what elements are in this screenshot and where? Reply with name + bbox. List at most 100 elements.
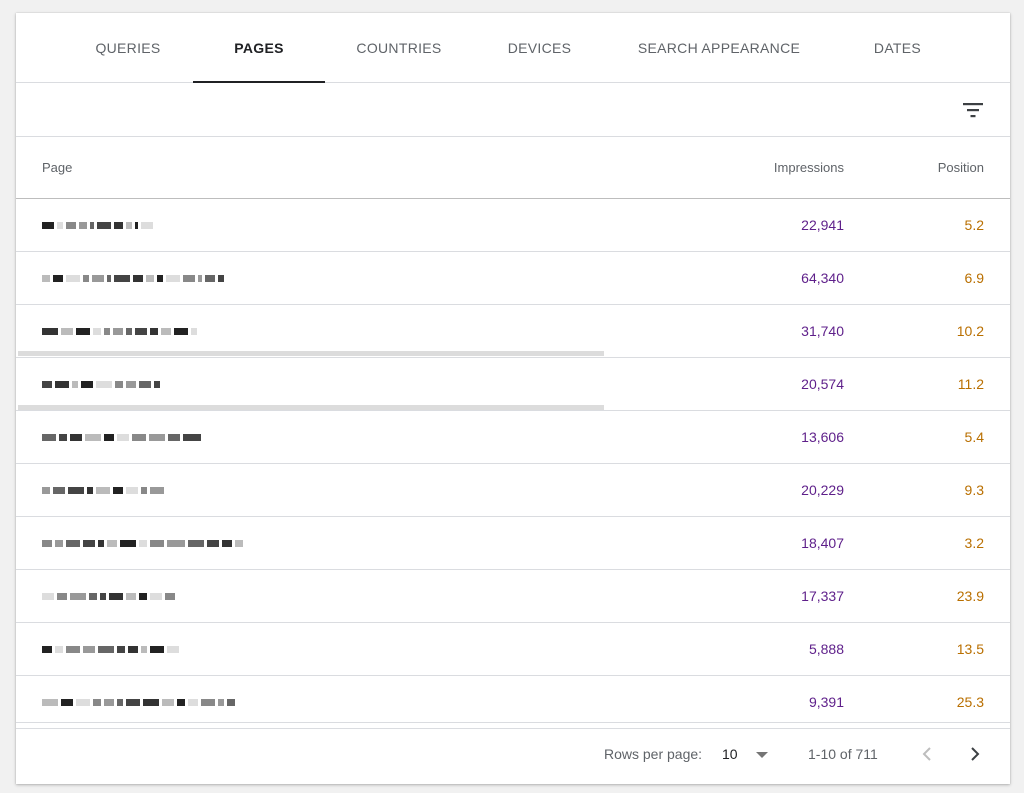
redaction-block: [141, 486, 147, 494]
tab-devices[interactable]: DEVICES: [486, 13, 593, 82]
redaction-block: [117, 698, 123, 706]
redaction-block: [150, 327, 158, 335]
redaction-block: [135, 327, 147, 335]
tab-pages[interactable]: PAGES: [193, 13, 325, 83]
redaction-block: [139, 380, 151, 388]
redaction-block: [198, 274, 202, 282]
page-url-cell[interactable]: [42, 517, 602, 569]
redaction-block: [42, 327, 58, 335]
redaction-block: [188, 539, 204, 547]
redaction-block: [70, 592, 86, 600]
redacted-url: [42, 486, 167, 494]
redaction-block: [42, 433, 56, 441]
redaction-block: [201, 698, 215, 706]
redaction-block: [126, 486, 138, 494]
rows-per-page-label: Rows per page:: [604, 746, 703, 762]
position-cell: 5.4: [964, 429, 984, 445]
redaction-block: [150, 486, 164, 494]
page-url-cell[interactable]: [42, 623, 602, 675]
impressions-cell: 18,407: [801, 535, 844, 551]
chevron-right-icon[interactable]: [962, 741, 988, 767]
redaction-block: [177, 698, 185, 706]
redaction-block: [146, 274, 154, 282]
position-cell: 10.2: [956, 323, 984, 339]
redaction-block: [72, 380, 78, 388]
redacted-url: [42, 433, 204, 441]
pagination-bar: Rows per page: 10 1-10 of 711: [16, 722, 1010, 784]
table-row[interactable]: 20,574 11.2: [16, 358, 1010, 411]
impressions-cell: 5,888: [808, 641, 844, 657]
table-row[interactable]: 13,606 5.4: [16, 411, 1010, 464]
page-url-cell[interactable]: [42, 305, 602, 357]
redacted-url: [42, 327, 200, 335]
table-row[interactable]: 17,337 23.9: [16, 570, 1010, 623]
table-header: Page Impressions Position: [16, 137, 1010, 199]
page-range-text: 1-10 of 711: [808, 746, 878, 762]
redaction-block: [227, 698, 235, 706]
page-url-cell[interactable]: [42, 358, 602, 410]
redaction-block: [66, 274, 80, 282]
table-row[interactable]: 64,340 6.9: [16, 252, 1010, 305]
redaction-block: [93, 327, 101, 335]
redaction-block: [114, 274, 130, 282]
redaction-block: [113, 486, 123, 494]
redaction-block: [174, 327, 188, 335]
redaction-block: [126, 221, 132, 229]
table-row[interactable]: 20,229 9.3: [16, 464, 1010, 517]
redaction-block: [126, 698, 140, 706]
tab-search-appearance[interactable]: SEARCH APPEARANCE: [624, 13, 814, 82]
dropdown-caret-icon[interactable]: [756, 752, 768, 758]
row-divider-highlight: [18, 405, 604, 410]
redaction-block: [150, 592, 162, 600]
page-url-cell[interactable]: [42, 411, 602, 463]
column-header-impressions[interactable]: Impressions: [774, 137, 844, 198]
filter-list-icon[interactable]: [960, 98, 986, 122]
redaction-block: [42, 539, 52, 547]
page-url-cell[interactable]: [42, 570, 602, 622]
tab-countries[interactable]: COUNTRIES: [338, 13, 460, 82]
redaction-block: [104, 698, 114, 706]
redaction-block: [115, 380, 123, 388]
redaction-block: [141, 645, 147, 653]
rows-per-page-select[interactable]: 10: [722, 723, 738, 784]
redaction-block: [66, 539, 80, 547]
redaction-block: [53, 274, 63, 282]
redacted-url: [42, 645, 182, 653]
table-row[interactable]: 18,407 3.2: [16, 517, 1010, 570]
column-header-position[interactable]: Position: [938, 137, 984, 198]
table-toolbar: [16, 83, 1010, 137]
table-body: 22,941 5.2 64,340 6.9 31,740 10.2 20,574 11.2 13…: [16, 199, 1010, 729]
redaction-block: [104, 327, 110, 335]
page-url-cell[interactable]: [42, 199, 602, 251]
position-cell: 25.3: [956, 694, 984, 710]
table-row[interactable]: 22,941 5.2: [16, 199, 1010, 252]
redaction-block: [166, 274, 180, 282]
redaction-block: [133, 274, 143, 282]
redaction-block: [154, 380, 160, 388]
redaction-block: [42, 486, 50, 494]
impressions-cell: 17,337: [801, 588, 844, 604]
page-url-cell[interactable]: [42, 676, 602, 728]
redaction-block: [55, 539, 63, 547]
column-header-page[interactable]: Page: [42, 137, 72, 198]
redaction-block: [68, 486, 84, 494]
tab-dates[interactable]: DATES: [854, 13, 941, 82]
redaction-block: [55, 380, 69, 388]
redaction-block: [79, 221, 87, 229]
redacted-url: [42, 221, 156, 229]
page-url-cell[interactable]: [42, 464, 602, 516]
impressions-cell: 31,740: [801, 323, 844, 339]
redaction-block: [218, 274, 224, 282]
redaction-block: [150, 539, 164, 547]
redaction-block: [113, 327, 123, 335]
redaction-block: [53, 486, 65, 494]
tab-queries[interactable]: QUERIES: [74, 13, 182, 82]
redaction-block: [162, 698, 174, 706]
chevron-left-icon[interactable]: [914, 741, 940, 767]
redaction-block: [59, 433, 67, 441]
redaction-block: [120, 539, 136, 547]
redaction-block: [107, 539, 117, 547]
impressions-cell: 20,574: [801, 376, 844, 392]
page-url-cell[interactable]: [42, 252, 602, 304]
table-row[interactable]: 5,888 13.5: [16, 623, 1010, 676]
